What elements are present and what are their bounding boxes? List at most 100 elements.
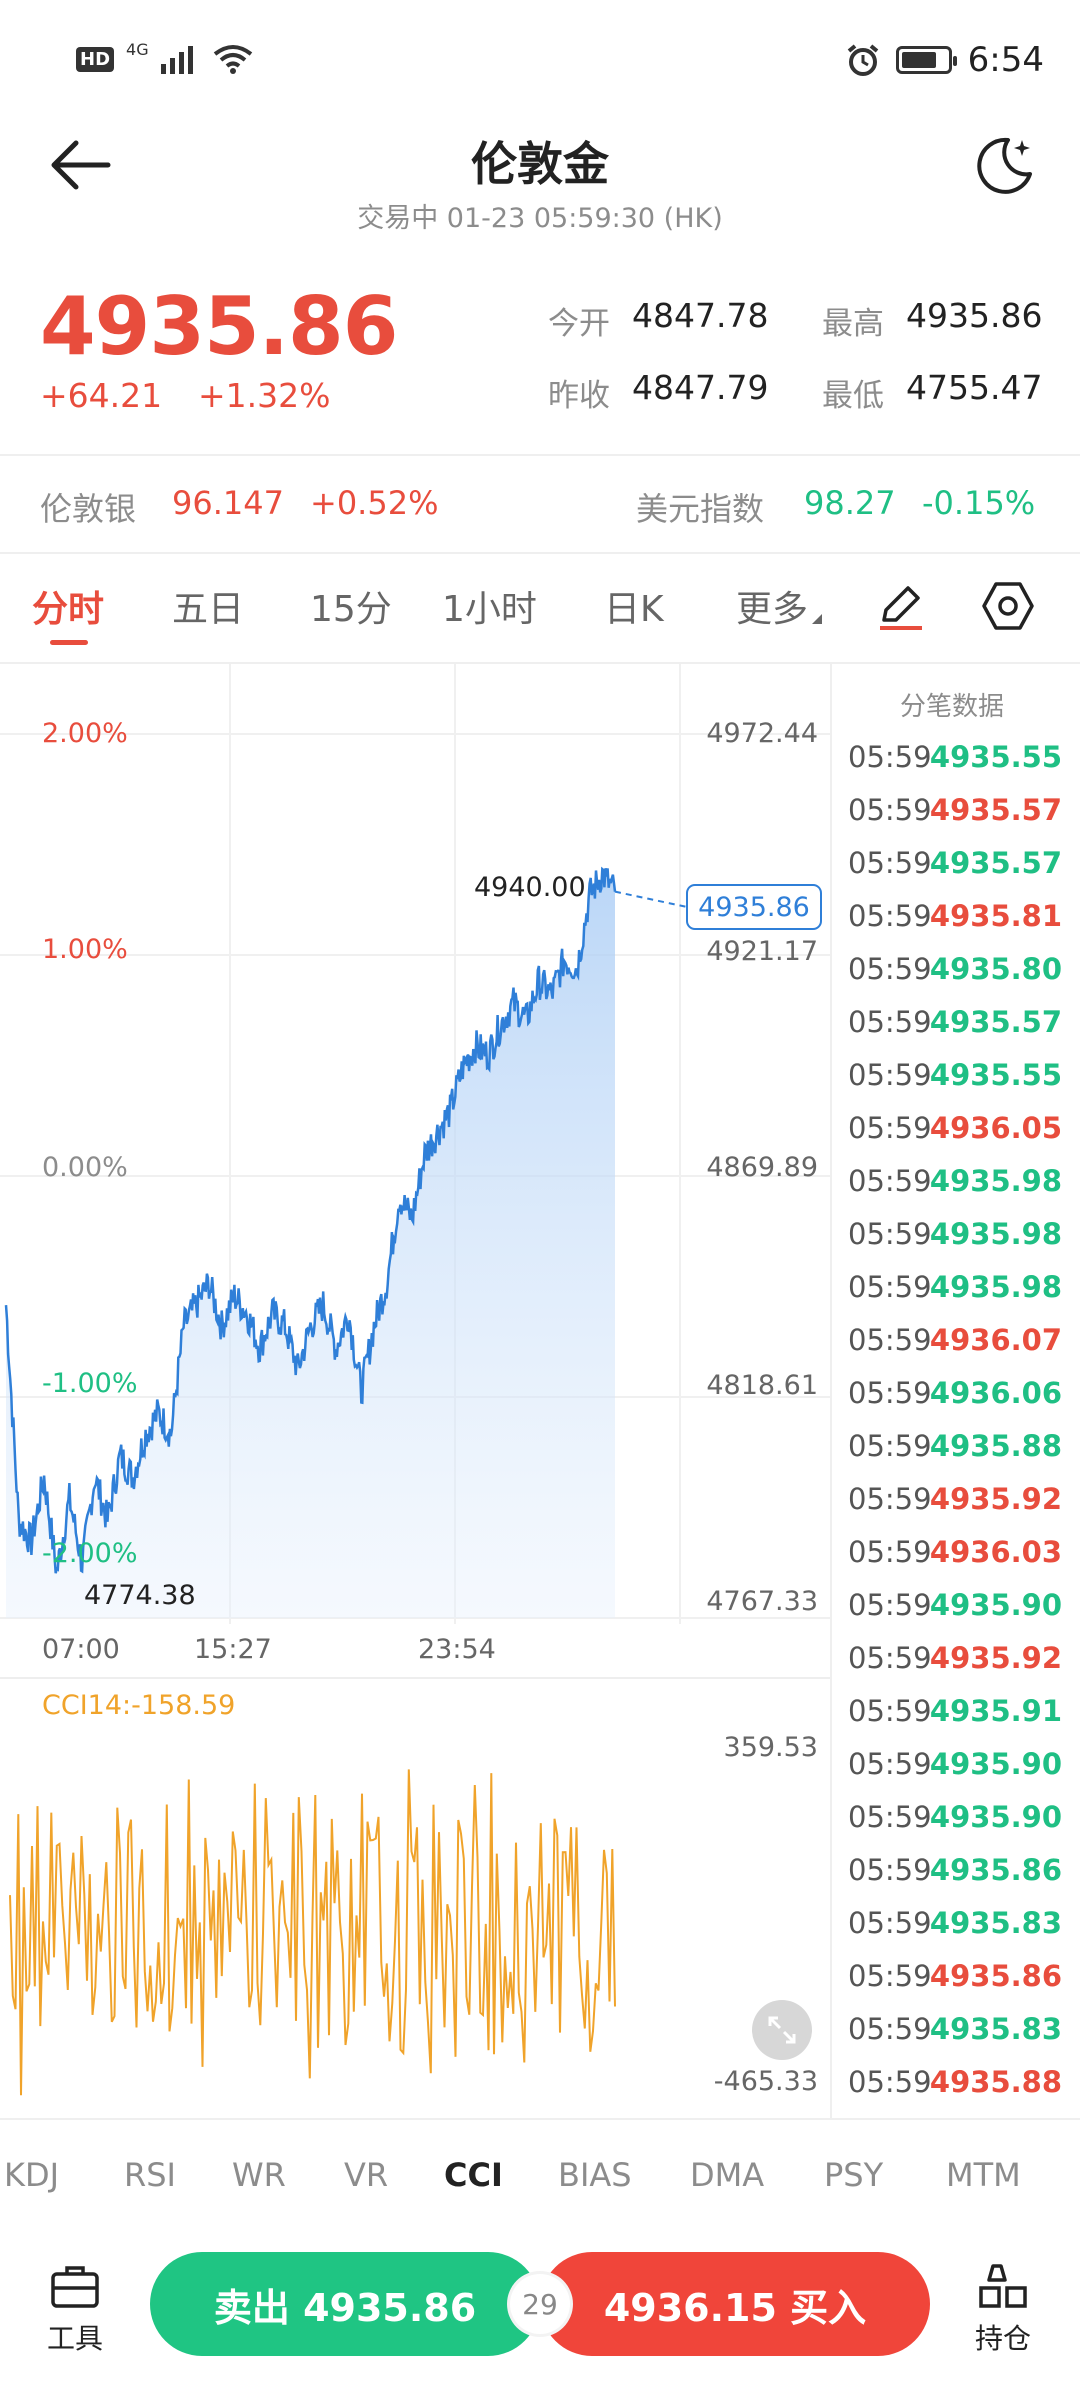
tick-row: 05:59 4936.05 xyxy=(848,1111,1078,1164)
tick-row: 05:59 4936.06 xyxy=(848,1376,1078,1429)
tick-price: 4936.05 xyxy=(929,1111,1062,1145)
fullscreen-icon[interactable] xyxy=(752,2000,812,2060)
indicator-tab-vr[interactable]: VR xyxy=(344,2156,388,2194)
tick-time: 05:59 xyxy=(848,1747,932,1781)
tick-price: 4935.57 xyxy=(929,793,1062,827)
tick-time: 05:59 xyxy=(848,2065,932,2099)
tick-row: 05:59 4935.98 xyxy=(848,1217,1078,1270)
indicator-tab-psy[interactable]: PSY xyxy=(824,2156,883,2194)
tick-row: 05:59 4935.86 xyxy=(848,1959,1078,2012)
spread-badge: 29 xyxy=(510,2274,570,2334)
cci-min-label: -465.33 xyxy=(713,2066,818,2097)
tab-15min[interactable]: 15分 xyxy=(310,580,392,632)
tick-time: 05:59 xyxy=(848,1641,932,1675)
tick-time: 05:59 xyxy=(848,1800,932,1834)
pct-label: -2.00% xyxy=(42,1538,138,1569)
tick-price: 4935.81 xyxy=(929,899,1062,933)
hd-badge: HD xyxy=(76,46,115,72)
price-axis-label: 4818.61 xyxy=(706,1370,818,1401)
tools-button[interactable]: 工具 xyxy=(30,2262,120,2357)
wifi-icon xyxy=(213,45,252,74)
tick-time: 05:59 xyxy=(848,1694,932,1728)
tick-row: 05:59 4936.03 xyxy=(848,1535,1078,1588)
silver-pct: +0.52% xyxy=(310,484,439,522)
current-price-dashline xyxy=(614,890,688,908)
tick-price: 4935.55 xyxy=(929,1058,1062,1092)
price-axis-label: 4767.33 xyxy=(706,1586,818,1617)
tick-price: 4935.92 xyxy=(929,1482,1062,1516)
tick-time: 05:59 xyxy=(848,1482,932,1516)
tick-row: 05:59 4935.83 xyxy=(848,1906,1078,1959)
tick-price: 4935.90 xyxy=(929,1800,1062,1834)
tick-row: 05:59 4935.92 xyxy=(848,1641,1078,1694)
tick-time: 05:59 xyxy=(848,952,932,986)
indicator-tab-mtm[interactable]: MTM xyxy=(946,2156,1021,2194)
tick-row: 05:59 4935.88 xyxy=(848,2065,1078,2118)
indicator-tab-wr[interactable]: WR xyxy=(232,2156,286,2194)
tick-price: 4936.06 xyxy=(929,1376,1062,1410)
tick-price: 4935.83 xyxy=(929,2012,1062,2046)
usd-index-pct: -0.15% xyxy=(922,484,1036,522)
draw-pen-icon[interactable] xyxy=(874,580,928,634)
indicator-tab-bias[interactable]: BIAS xyxy=(558,2156,632,2194)
tab-five-day[interactable]: 五日 xyxy=(172,580,244,632)
buy-button[interactable]: 4936.15 买入 xyxy=(540,2252,930,2356)
indicator-tab-kdj[interactable]: KDJ xyxy=(4,2156,59,2194)
tick-time: 05:59 xyxy=(848,846,932,880)
page-title: 伦敦金 xyxy=(471,137,609,191)
tab-more[interactable]: 更多 xyxy=(736,580,808,632)
alarm-icon xyxy=(847,44,878,76)
usd-index-price: 98.27 xyxy=(804,484,896,522)
high-label: 最高 xyxy=(822,306,884,342)
divider xyxy=(0,552,1080,554)
tick-time: 05:59 xyxy=(848,2012,932,2046)
tick-panel-divider xyxy=(830,664,832,2118)
settings-hexagon-icon[interactable] xyxy=(980,578,1036,634)
cci-max-label: 359.53 xyxy=(723,1732,818,1763)
prev-close-label: 昨收 xyxy=(548,378,610,414)
tick-row: 05:59 4935.86 xyxy=(848,1853,1078,1906)
indicator-tab-rsi[interactable]: RSI xyxy=(124,2156,176,2194)
tick-row: 05:59 4935.90 xyxy=(848,1588,1078,1641)
tab-daily-k[interactable]: 日K xyxy=(604,580,664,632)
price-axis-label: 4869.89 xyxy=(706,1152,818,1183)
indicator-tab-cci[interactable]: CCI xyxy=(444,2156,503,2194)
tab-1hour[interactable]: 1小时 xyxy=(442,580,537,632)
tick-time: 05:59 xyxy=(848,1535,932,1569)
trading-status: 交易中 01-23 05:59:30 (HK) xyxy=(357,203,723,234)
tick-time: 05:59 xyxy=(848,793,932,827)
tick-time: 05:59 xyxy=(848,1853,932,1887)
indicator-tab-dma[interactable]: DMA xyxy=(690,2156,764,2194)
tick-time: 05:59 xyxy=(848,899,932,933)
more-caret-icon xyxy=(812,614,822,624)
positions-button[interactable]: 持仓 xyxy=(958,2262,1048,2357)
tick-time: 05:59 xyxy=(848,1959,932,1993)
tick-price: 4935.98 xyxy=(929,1164,1062,1198)
sell-button[interactable]: 卖出 4935.86 xyxy=(150,2252,540,2356)
tick-data-header: 分笔数据 xyxy=(900,692,1005,722)
tick-time: 05:59 xyxy=(848,1005,932,1039)
tick-row: 05:59 4935.83 xyxy=(848,2012,1078,2065)
tick-price: 4935.91 xyxy=(929,1694,1062,1728)
tick-row: 05:59 4935.57 xyxy=(848,1005,1078,1058)
tick-row: 05:59 4935.90 xyxy=(848,1747,1078,1800)
status-bar: HD 4G 6:54 xyxy=(0,0,1080,130)
usd-index-label[interactable]: 美元指数 xyxy=(636,484,764,530)
tick-price: 4935.98 xyxy=(929,1270,1062,1304)
tick-row: 05:59 4935.91 xyxy=(848,1694,1078,1747)
tick-price: 4935.90 xyxy=(929,1747,1062,1781)
night-mode-icon[interactable] xyxy=(968,130,1038,200)
tick-price: 4936.07 xyxy=(929,1323,1062,1357)
low-marker: 4774.38 xyxy=(84,1580,196,1611)
tick-price: 4935.86 xyxy=(929,1959,1062,1993)
high-value: 4935.86 xyxy=(906,296,1043,335)
tick-time: 05:59 xyxy=(848,1058,932,1092)
tab-intraday[interactable]: 分时 xyxy=(32,580,104,632)
tick-row: 05:59 4935.88 xyxy=(848,1429,1078,1482)
time-label: 07:00 xyxy=(42,1634,120,1665)
tick-row: 05:59 4935.98 xyxy=(848,1270,1078,1323)
price-change-pct: +1.32% xyxy=(198,376,331,415)
pct-label: -1.00% xyxy=(42,1368,138,1399)
tick-row: 05:59 4935.55 xyxy=(848,1058,1078,1111)
silver-label[interactable]: 伦敦银 xyxy=(40,484,136,530)
